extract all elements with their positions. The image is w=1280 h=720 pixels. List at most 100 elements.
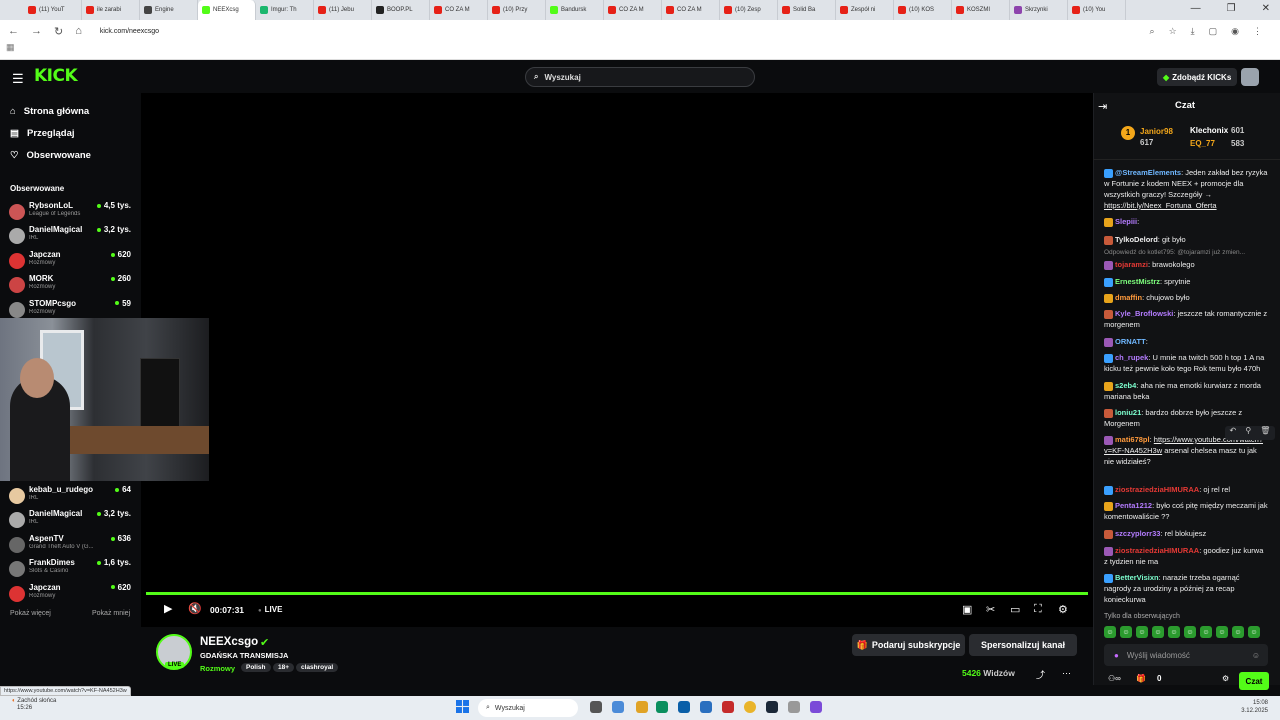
followed-channel[interactable]: AspenTV Grand Theft Auto V (G... 636 [9, 534, 133, 556]
show-less-link[interactable]: Pokaż mniej [92, 610, 130, 617]
menu-dots-icon[interactable]: ⋮ [1253, 26, 1262, 37]
chrome-icon[interactable] [744, 701, 756, 713]
discord-icon[interactable] [810, 701, 822, 713]
browser-tab[interactable]: Zespół ni [836, 0, 894, 20]
edge-icon[interactable] [656, 701, 668, 713]
url-input[interactable]: kick.com/neexcsgo [100, 28, 159, 35]
live-indicator[interactable]: LIVE [258, 605, 283, 614]
chat-message[interactable]: @StreamElements: Jeden zakład bez ryzyka… [1104, 167, 1268, 211]
progress-bar[interactable] [146, 592, 1088, 595]
browser-tab[interactable]: (10) Przy [488, 0, 546, 20]
app-icon-red[interactable] [722, 701, 734, 713]
browser-tab[interactable]: Bandursk [546, 0, 604, 20]
emote-icon[interactable]: ☺ [1104, 626, 1116, 638]
fullscreen-icon[interactable]: ⛶ [1034, 603, 1042, 616]
emote-icon[interactable]: ☺ [1136, 626, 1148, 638]
chat-username[interactable]: Penta1212 [1115, 501, 1152, 510]
chat-message[interactable]: Slepiii: [1104, 216, 1268, 227]
browser-tab[interactable]: (10) Zesp [720, 0, 778, 20]
followed-channel[interactable]: MORK Rozmowy 260 [9, 274, 133, 296]
browser-tab[interactable]: ile zarabi [82, 0, 140, 20]
chat-message[interactable]: dmaffin: chujowo było [1104, 292, 1268, 303]
followed-channel[interactable]: kebab_u_rudego IRL 64 [9, 485, 133, 507]
followed-channel[interactable]: FrankDimes Slots & Casino 1,6 tys. [9, 558, 133, 580]
theater-icon[interactable]: ▣ [962, 603, 972, 616]
channel-name[interactable]: NEEXcsgo [200, 636, 258, 648]
chat-input[interactable]: ● Wyślij wiadomość ☺ [1104, 644, 1268, 666]
chat-message[interactable]: s2eb4: aha nie ma emotki kurwiarz z mord… [1104, 380, 1268, 402]
close-icon[interactable]: ✕ [1262, 3, 1270, 14]
reply-icon[interactable]: ↶ [1230, 426, 1237, 440]
store-icon[interactable] [678, 701, 690, 713]
emote-icon[interactable]: ☺ [1152, 626, 1164, 638]
chat-message[interactable]: Penta1212: było coś pitę między meczami … [1104, 500, 1268, 522]
chat-message[interactable]: ORNATT: [1104, 336, 1268, 347]
chat-username[interactable]: Kyle_Broflowski [1115, 309, 1173, 318]
followed-channel[interactable]: Japczan Rozmowy 620 [9, 250, 133, 272]
windows-start-icon[interactable] [456, 700, 469, 713]
browser-tab[interactable]: (10) KOS [894, 0, 952, 20]
tag-clashroyal[interactable]: clashroyal [296, 663, 339, 672]
emote-icon[interactable]: ☺ [1216, 626, 1228, 638]
chat-message[interactable]: TylkoDelord: git było [1104, 234, 1268, 245]
clip-icon[interactable]: ✂ [986, 603, 995, 616]
browser-tab[interactable]: Imgur: Th [256, 0, 314, 20]
chat-message[interactable]: ch_rupek: U mnie na twitch 500 h top 1 A… [1104, 352, 1268, 374]
browser-tab[interactable]: NEEXcsg [198, 0, 256, 20]
chat-link[interactable]: https://bit.ly/Neex_Fortuna_Oferta [1104, 201, 1217, 210]
back-icon[interactable]: ← [8, 25, 19, 37]
browser-tab[interactable]: Skrzynki [1010, 0, 1068, 20]
browser-tab[interactable]: (11) Jebu [314, 0, 372, 20]
pip-icon[interactable]: ▭ [1010, 603, 1020, 616]
browser-tab[interactable]: CO ZA M [604, 0, 662, 20]
profile-icon[interactable]: ◉ [1231, 26, 1239, 37]
emote-icon[interactable]: ☺ [1248, 626, 1260, 638]
get-kicks-button[interactable]: ◆ Zdobądź KICKs [1157, 68, 1238, 86]
weather-widget[interactable]: ◐ Zachód słońca 15:26 [12, 698, 56, 712]
browser-tab[interactable]: (10) You [1068, 0, 1126, 20]
chat-username[interactable]: ch_rupek [1115, 353, 1148, 362]
share-icon[interactable]: ⤴ [1036, 668, 1045, 681]
chat-username[interactable]: dmaffin [1115, 293, 1142, 302]
bookmark-star-icon[interactable]: ☆ [1169, 26, 1177, 37]
emote-icon[interactable]: ☺ [1120, 626, 1132, 638]
reload-icon[interactable]: ↻ [54, 25, 63, 38]
chat-username[interactable]: ziostraziedziaHIMURAA [1115, 546, 1199, 555]
file-explorer-icon[interactable] [636, 701, 648, 713]
video-player[interactable] [141, 93, 1093, 627]
system-clock[interactable]: 15:08 3.12.2025 [1241, 699, 1268, 715]
chat-message[interactable]: ziostraziedziaHIMURAA: oj rel rel [1104, 484, 1268, 495]
chat-username[interactable]: BetterVisixn [1115, 573, 1159, 582]
followed-channel[interactable]: Japczan Rozmowy 620 [9, 583, 133, 605]
leader-3-name[interactable]: EQ_77 [1190, 139, 1215, 148]
forward-icon[interactable]: → [31, 25, 42, 37]
browser-tab[interactable]: Solid Ba [778, 0, 836, 20]
chat-username[interactable]: s2eb4 [1115, 381, 1136, 390]
user-avatar[interactable] [1241, 68, 1259, 86]
show-more-link[interactable]: Pokaż więcej [10, 610, 51, 617]
chat-username[interactable]: @StreamElements [1115, 168, 1181, 177]
chat-message[interactable]: ziostraziedziaHIMURAA: goodiez juz kurwa… [1104, 545, 1268, 567]
task-view-icon[interactable] [590, 701, 602, 713]
more-icon[interactable]: ⋯ [1062, 668, 1071, 679]
browser-tab[interactable]: CO ZA M [662, 0, 720, 20]
browser-tab[interactable]: KOSZMI [952, 0, 1010, 20]
chat-username[interactable]: Slepiii [1115, 217, 1137, 226]
chat-username[interactable]: TylkoDelord [1115, 235, 1158, 244]
taskbar-search[interactable]: ⌕ Wyszukaj [478, 699, 578, 717]
search-input[interactable]: ⌕ Wyszukaj [525, 67, 755, 87]
followed-channel[interactable]: DanielMagical IRL 3,2 tys. [9, 225, 133, 247]
gift-points-icon[interactable]: 🎁 [1136, 674, 1146, 683]
tag-18plus[interactable]: 18+ [273, 663, 295, 672]
settings-app-icon[interactable] [788, 701, 800, 713]
chat-username[interactable]: ziostraziedziaHIMURAA [1115, 485, 1199, 494]
mic-icon[interactable]: ● [1114, 651, 1119, 660]
chat-username[interactable]: szczyplorr33 [1115, 529, 1160, 538]
tag-polish[interactable]: Polish [241, 663, 271, 672]
chat-username[interactable]: mati678pl [1115, 435, 1150, 444]
play-icon[interactable]: ▶ [164, 602, 172, 615]
delete-icon[interactable]: 🗑 [1260, 426, 1270, 440]
mute-icon[interactable]: 🔇 [188, 602, 202, 615]
kick-logo[interactable]: KICK [34, 66, 78, 86]
minimize-icon[interactable]: — [1191, 3, 1201, 14]
